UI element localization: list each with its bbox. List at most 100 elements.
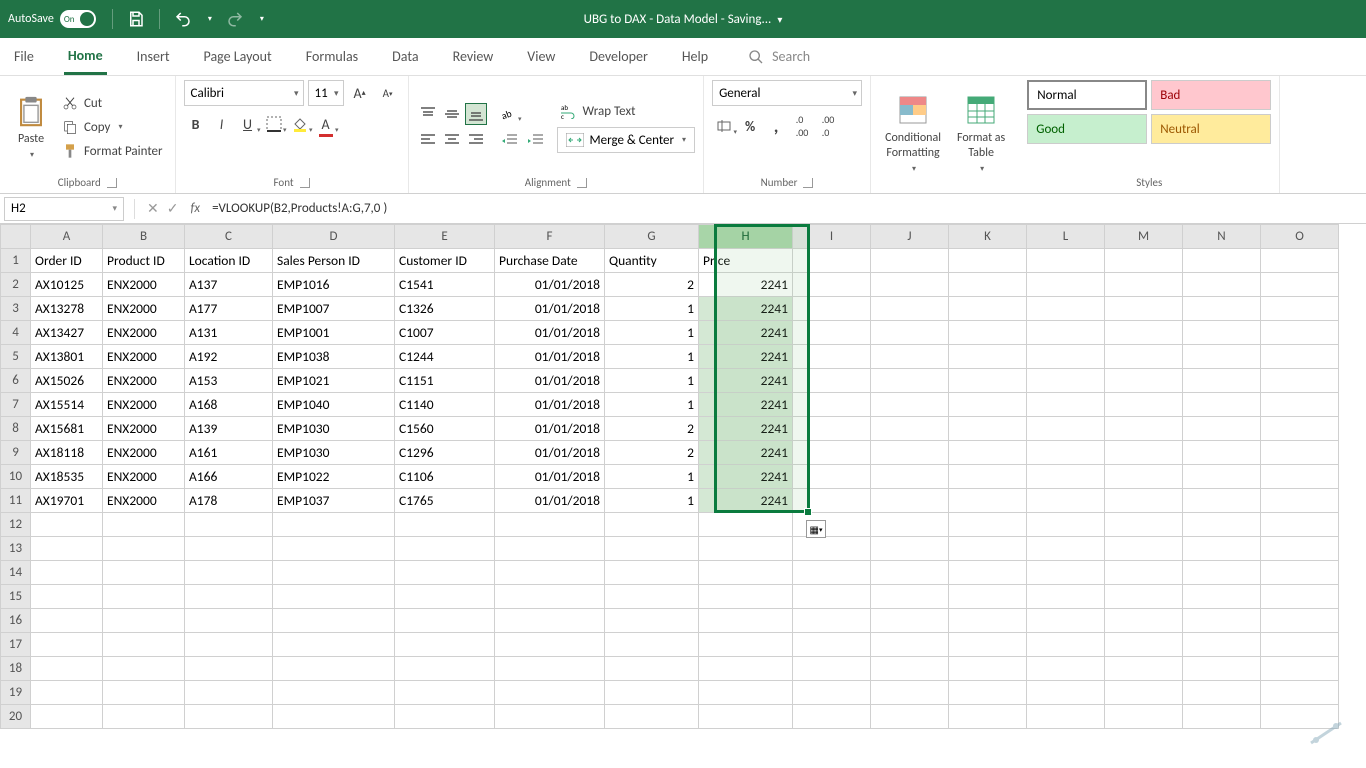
cell-B6[interactable]: ENX2000 [103, 369, 185, 393]
undo-dropdown[interactable]: ▾ [208, 14, 212, 24]
cell-B9[interactable]: ENX2000 [103, 441, 185, 465]
cell-O14[interactable] [1261, 561, 1339, 585]
cell-I1[interactable] [793, 249, 871, 273]
cell-K9[interactable] [949, 441, 1027, 465]
cell-N3[interactable] [1183, 297, 1261, 321]
clipboard-anchor[interactable] [107, 178, 117, 188]
tab-developer[interactable]: Developer [585, 40, 651, 73]
cell-C11[interactable]: A178 [185, 489, 273, 513]
cell-D15[interactable] [273, 585, 395, 609]
cell-L17[interactable] [1027, 633, 1105, 657]
col-header-G[interactable]: G [605, 225, 699, 249]
cell-N5[interactable] [1183, 345, 1261, 369]
number-anchor[interactable] [803, 178, 813, 188]
cell-H7[interactable]: 2241 [699, 393, 793, 417]
cell-C18[interactable] [185, 657, 273, 681]
cancel-formula-icon[interactable]: ✕ [147, 200, 159, 217]
cell-B20[interactable] [103, 705, 185, 729]
cell-L15[interactable] [1027, 585, 1105, 609]
cell-M18[interactable] [1105, 657, 1183, 681]
cell-J8[interactable] [871, 417, 949, 441]
cell-H6[interactable]: 2241 [699, 369, 793, 393]
cell-I2[interactable] [793, 273, 871, 297]
cell-B18[interactable] [103, 657, 185, 681]
cell-B14[interactable] [103, 561, 185, 585]
cell-C13[interactable] [185, 537, 273, 561]
cell-D17[interactable] [273, 633, 395, 657]
cell-J13[interactable] [871, 537, 949, 561]
cell-C6[interactable]: A153 [185, 369, 273, 393]
cell-K20[interactable] [949, 705, 1027, 729]
cell-N13[interactable] [1183, 537, 1261, 561]
comma-format[interactable]: , [764, 114, 788, 138]
cell-D19[interactable] [273, 681, 395, 705]
style-bad[interactable]: Bad [1151, 80, 1271, 110]
col-header-O[interactable]: O [1261, 225, 1339, 249]
cell-K14[interactable] [949, 561, 1027, 585]
cell-M7[interactable] [1105, 393, 1183, 417]
cell-G15[interactable] [605, 585, 699, 609]
cell-B1[interactable]: Product ID [103, 249, 185, 273]
cell-F16[interactable] [495, 609, 605, 633]
cell-L20[interactable] [1027, 705, 1105, 729]
cell-N16[interactable] [1183, 609, 1261, 633]
cell-H9[interactable]: 2241 [699, 441, 793, 465]
cell-H12[interactable] [699, 513, 793, 537]
cell-A13[interactable] [31, 537, 103, 561]
tab-home[interactable]: Home [64, 39, 107, 75]
font-name-combo[interactable]: Calibri [184, 80, 304, 106]
cell-F1[interactable]: Purchase Date [495, 249, 605, 273]
cell-H14[interactable] [699, 561, 793, 585]
cell-E11[interactable]: C1765 [395, 489, 495, 513]
cell-D18[interactable] [273, 657, 395, 681]
cell-F4[interactable]: 01/01/2018 [495, 321, 605, 345]
cell-I7[interactable] [793, 393, 871, 417]
cell-M3[interactable] [1105, 297, 1183, 321]
cell-B13[interactable] [103, 537, 185, 561]
row-header-15[interactable]: 15 [1, 585, 31, 609]
cell-E10[interactable]: C1106 [395, 465, 495, 489]
style-neutral[interactable]: Neutral [1151, 114, 1271, 144]
cell-G12[interactable] [605, 513, 699, 537]
cell-M9[interactable] [1105, 441, 1183, 465]
cell-I15[interactable] [793, 585, 871, 609]
row-header-14[interactable]: 14 [1, 561, 31, 585]
cell-H15[interactable] [699, 585, 793, 609]
cell-E1[interactable]: Customer ID [395, 249, 495, 273]
cell-H4[interactable]: 2241 [699, 321, 793, 345]
cell-F17[interactable] [495, 633, 605, 657]
cell-J11[interactable] [871, 489, 949, 513]
row-header-17[interactable]: 17 [1, 633, 31, 657]
cell-B17[interactable] [103, 633, 185, 657]
cell-D4[interactable]: EMP1001 [273, 321, 395, 345]
cell-O3[interactable] [1261, 297, 1339, 321]
cell-B11[interactable]: ENX2000 [103, 489, 185, 513]
style-good[interactable]: Good [1027, 114, 1147, 144]
cell-A15[interactable] [31, 585, 103, 609]
cell-L18[interactable] [1027, 657, 1105, 681]
cell-G17[interactable] [605, 633, 699, 657]
cell-C17[interactable] [185, 633, 273, 657]
cell-C10[interactable]: A166 [185, 465, 273, 489]
cell-K2[interactable] [949, 273, 1027, 297]
cell-K18[interactable] [949, 657, 1027, 681]
cell-B15[interactable] [103, 585, 185, 609]
cell-M12[interactable] [1105, 513, 1183, 537]
cell-L10[interactable] [1027, 465, 1105, 489]
cell-M6[interactable] [1105, 369, 1183, 393]
cell-I20[interactable] [793, 705, 871, 729]
cell-L12[interactable] [1027, 513, 1105, 537]
cell-A3[interactable]: AX13278 [31, 297, 103, 321]
align-right[interactable] [465, 129, 487, 151]
cell-I17[interactable] [793, 633, 871, 657]
tab-insert[interactable]: Insert [133, 40, 174, 73]
cell-G5[interactable]: 1 [605, 345, 699, 369]
cell-O11[interactable] [1261, 489, 1339, 513]
cell-J12[interactable] [871, 513, 949, 537]
cell-O5[interactable] [1261, 345, 1339, 369]
cell-F10[interactable]: 01/01/2018 [495, 465, 605, 489]
cell-M15[interactable] [1105, 585, 1183, 609]
cell-I18[interactable] [793, 657, 871, 681]
cell-M1[interactable] [1105, 249, 1183, 273]
cell-N1[interactable] [1183, 249, 1261, 273]
